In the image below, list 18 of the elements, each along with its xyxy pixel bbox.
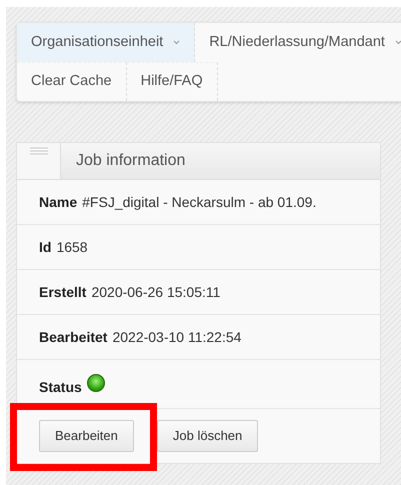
nav-item[interactable]: Organisationseinheit xyxy=(17,23,196,62)
card-title: Job information xyxy=(76,151,186,171)
field-value: 2020-06-26 15:05:11 xyxy=(91,282,220,302)
action-button[interactable]: Bearbeiten xyxy=(39,420,134,452)
nav-item[interactable]: Clear Cache xyxy=(17,62,127,101)
field-label: Status xyxy=(39,378,82,396)
nav-item[interactable]: RL/Niederlassung/Mandant xyxy=(195,23,401,62)
field-label: Id xyxy=(39,238,52,256)
field-label: Name xyxy=(39,192,78,212)
nav-item[interactable]: Hilfe/FAQ xyxy=(126,62,218,101)
field-value: #FSJ_digital - Neckarsulm - ab 01.09. xyxy=(82,192,316,212)
handle-tab[interactable] xyxy=(17,143,61,179)
field-label: Bearbeitet xyxy=(39,328,108,346)
field-label: Erstellt xyxy=(39,282,86,302)
field-value: 2022-03-10 11:22:54 xyxy=(112,328,242,346)
menu-icon xyxy=(30,147,48,156)
action-button[interactable]: Job löschen xyxy=(156,420,258,452)
field-value: 1658 xyxy=(56,238,88,256)
